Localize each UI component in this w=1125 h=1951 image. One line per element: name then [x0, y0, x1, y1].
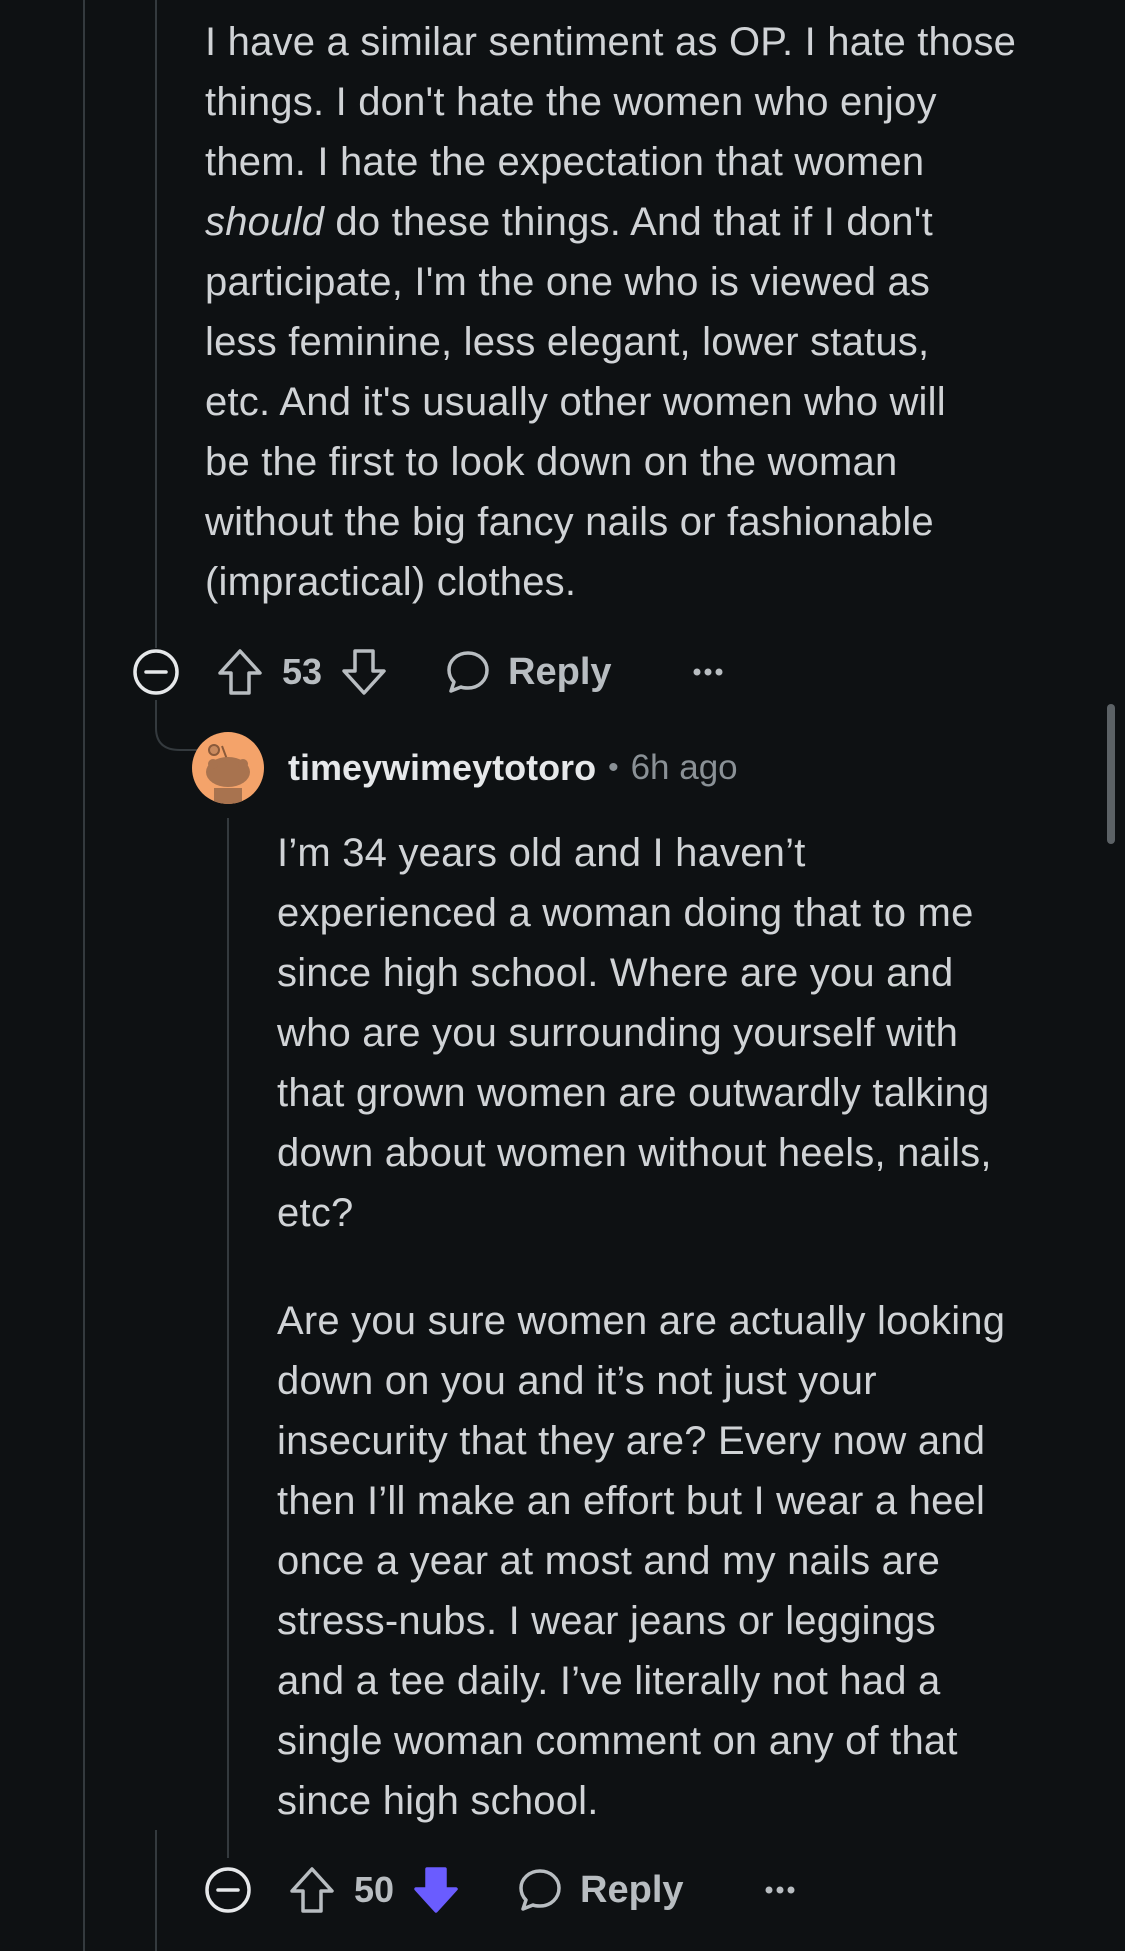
speech-bubble-icon [519, 1869, 561, 1911]
reply-line: experienced a woman doing that to me [277, 891, 974, 935]
reply-button[interactable]: Reply [516, 1866, 684, 1914]
thread-line-parent [155, 0, 157, 648]
reply-comment-body: I’m 34 years old and I haven’t experienc… [277, 823, 1077, 1831]
upvote-icon[interactable] [286, 1864, 338, 1916]
scrollbar-thumb[interactable] [1107, 704, 1115, 844]
collapse-icon[interactable] [202, 1864, 254, 1916]
reply-line: since high school. [277, 1779, 599, 1823]
reply-line: once a year at most and my nails are [277, 1539, 941, 1583]
speech-bubble-icon [447, 651, 489, 693]
timestamp: 6h ago [630, 748, 738, 787]
avatar[interactable] [192, 732, 264, 804]
reply-label: Reply [580, 1868, 684, 1911]
thread-line-reply [227, 818, 229, 1858]
more-options-icon[interactable] [764, 1885, 796, 1895]
reply-line: who are you surrounding yourself with [277, 1011, 959, 1055]
parent-line: be the first to look down on the woman [205, 440, 898, 484]
reply-header: timeywimeytotoro • 6h ago [192, 732, 738, 804]
reply-line: down on you and it’s not just your [277, 1359, 877, 1403]
reply-label: Reply [508, 650, 612, 693]
parent-line: (impractical) clothes. [205, 560, 577, 604]
parent-line-emphasis: should do these things. And that if I do… [205, 192, 1085, 252]
reply-line: that grown women are outwardly talking [277, 1071, 990, 1115]
downvote-active-icon[interactable] [410, 1864, 462, 1916]
parent-comment-body: I have a similar sentiment as OP. I hate… [205, 12, 1085, 612]
thread-line-parent-lower [155, 1830, 157, 1951]
more-options-icon[interactable] [692, 667, 724, 677]
reply-line: Are you sure women are actually looking [277, 1299, 1006, 1343]
thread-line-outer [83, 0, 85, 1951]
reply-line: stress-nubs. I wear jeans or leggings [277, 1599, 936, 1643]
downvote-icon[interactable] [338, 646, 390, 698]
reply-score: 50 [354, 1869, 395, 1910]
reply-line: single woman comment on any of that [277, 1719, 958, 1763]
reply-line: I’m 34 years old and I haven’t [277, 831, 806, 875]
upvote-icon[interactable] [214, 646, 266, 698]
parent-score: 53 [282, 651, 323, 692]
parent-line: participate, I'm the one who is viewed a… [205, 260, 931, 304]
reply-action-bar: 50 Reply [202, 1860, 796, 1920]
reply-line: etc? [277, 1191, 354, 1235]
reply-line: then I’ll make an effort but I wear a he… [277, 1479, 986, 1523]
collapse-icon[interactable] [130, 646, 182, 698]
parent-line: them. I hate the expectation that women [205, 140, 925, 184]
emphasis-word: should [205, 200, 325, 244]
parent-action-bar: 53 Reply [130, 642, 724, 702]
parent-line: things. I don't hate the women who enjoy [205, 80, 937, 124]
parent-line: without the big fancy nails or fashionab… [205, 500, 934, 544]
reply-line: down about women without heels, nails, [277, 1131, 992, 1175]
username[interactable]: timeywimeytotoro [288, 747, 596, 789]
parent-line: etc. And it's usually other women who wi… [205, 380, 946, 424]
parent-line-rest: do these things. And that if I don't [335, 200, 933, 244]
meta-separator: • [608, 751, 619, 784]
reply-line: since high school. Where are you and [277, 951, 954, 995]
parent-line: less feminine, less elegant, lower statu… [205, 320, 930, 364]
reply-line: insecurity that they are? Every now and [277, 1419, 986, 1463]
snoo-avatar-icon [206, 744, 250, 804]
reply-line: and a tee daily. I’ve literally not had … [277, 1659, 941, 1703]
reply-button[interactable]: Reply [444, 648, 612, 696]
parent-line: I have a similar sentiment as OP. I hate… [205, 20, 1017, 64]
